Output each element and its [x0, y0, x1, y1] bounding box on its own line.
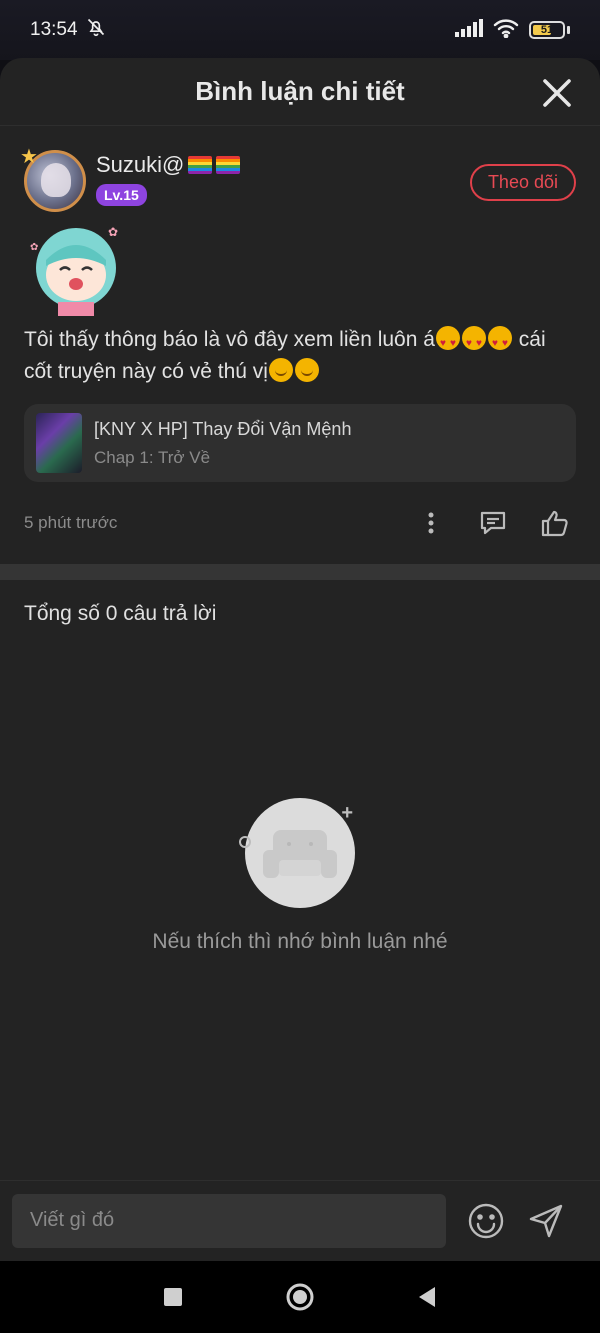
- story-cover-thumbnail: [36, 413, 82, 473]
- emoji-icon: [468, 1203, 504, 1238]
- thumbs-up-icon: [541, 510, 568, 537]
- comment-text-part1: Tôi thấy thông báo là vô đây xem liền lu…: [24, 328, 435, 351]
- comment-user-row: ★ Suzuki@ Lv.15 Theo dõi: [20, 146, 576, 212]
- heart-eyes-emoji-icon: [435, 326, 460, 360]
- battery-tip: [567, 26, 570, 34]
- status-bar: 13:54 51: [0, 0, 600, 60]
- send-icon: [529, 1204, 563, 1237]
- relieved-face-emoji-icon: [268, 358, 293, 382]
- story-title: [KNY X HP] Thay Đổi Vận Mệnh: [94, 418, 352, 439]
- more-vertical-icon: [428, 512, 434, 534]
- heart-eyes-emoji-icon: [487, 326, 512, 360]
- battery-icon: 51: [529, 21, 565, 39]
- empty-sofa-icon: +: [239, 798, 355, 908]
- comment-text: Tôi thấy thông báo là vô đây xem liền lu…: [24, 324, 576, 388]
- reply-comment-icon: [480, 511, 506, 535]
- more-options-button[interactable]: [414, 506, 448, 540]
- heart-eyes-emoji-icon: [461, 326, 486, 360]
- comment-detail-sheet: Bình luận chi tiết ★ Suzuki@ Lv.15 Theo …: [0, 58, 600, 1261]
- page-title: Bình luận chi tiết: [195, 76, 405, 106]
- comment-meta-row: 5 phút trước: [24, 482, 576, 564]
- comment-input-bar: [0, 1180, 600, 1260]
- chibi-sticker-image: ✿ ✿: [24, 220, 124, 316]
- back-button[interactable]: [407, 1277, 447, 1317]
- bell-off-icon: [86, 17, 106, 43]
- sparkle-circle-icon: [239, 836, 251, 848]
- rainbow-flag-icon: [188, 156, 213, 174]
- level-badge: Lv.15: [96, 184, 147, 206]
- close-button[interactable]: [540, 76, 574, 110]
- section-divider: [0, 564, 600, 580]
- wifi-icon: [493, 18, 519, 43]
- replies-total: Tổng số 0 câu trả lời: [24, 602, 217, 625]
- svg-text:✿: ✿: [30, 242, 38, 253]
- empty-state: + Nếu thích thì nhớ bình luận nhé: [0, 798, 600, 954]
- battery-level: 51: [540, 24, 554, 36]
- sparkle-plus-icon: +: [341, 802, 353, 824]
- close-icon: [543, 79, 571, 107]
- status-time: 13:54: [30, 19, 78, 40]
- story-chapter: Chap 1: Trở Về: [94, 447, 211, 467]
- rainbow-flag-icon: [216, 156, 241, 174]
- comment-input[interactable]: [12, 1193, 446, 1248]
- system-nav-bar: [0, 1261, 600, 1333]
- empty-state-text: Nếu thích thì nhớ bình luận nhé: [152, 930, 448, 953]
- circle-home-icon: [286, 1283, 314, 1311]
- signal-icon: [455, 18, 483, 42]
- emoji-button[interactable]: [466, 1201, 506, 1241]
- star-icon: ★: [20, 146, 38, 168]
- back-triangle-icon: [418, 1287, 435, 1307]
- relieved-face-emoji-icon: [294, 358, 319, 382]
- home-button[interactable]: [280, 1277, 320, 1317]
- comment-time: 5 phút trước: [24, 513, 118, 532]
- recent-apps-button[interactable]: [153, 1277, 193, 1317]
- follow-button[interactable]: Theo dõi: [469, 164, 576, 201]
- square-icon: [164, 1288, 183, 1306]
- username-row[interactable]: Suzuki@: [96, 152, 241, 178]
- like-button[interactable]: [538, 506, 572, 540]
- comment-block: ★ Suzuki@ Lv.15 Theo dõi ✿ ✿ Tôi thấy th…: [0, 126, 600, 564]
- sheet-header: Bình luận chi tiết: [0, 58, 600, 126]
- reply-button[interactable]: [476, 506, 510, 540]
- username[interactable]: Suzuki@: [96, 152, 184, 178]
- send-button[interactable]: [526, 1201, 566, 1241]
- svg-text:✿: ✿: [108, 225, 118, 239]
- story-link-card[interactable]: [KNY X HP] Thay Đổi Vận Mệnh Chap 1: Trở…: [24, 404, 576, 482]
